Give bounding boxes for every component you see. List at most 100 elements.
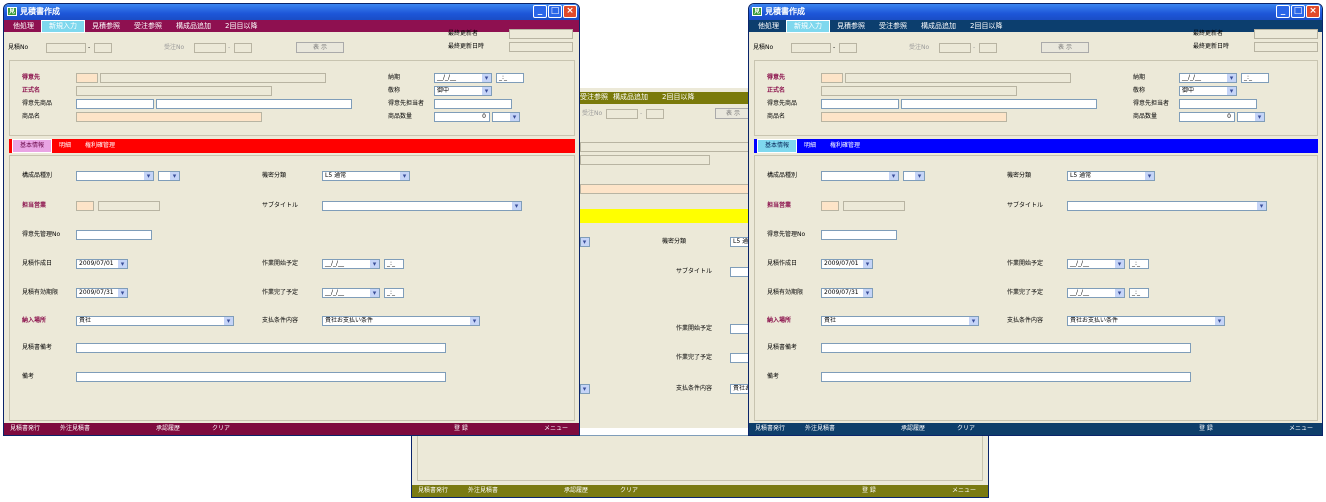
delivery-place-dropdown-mid[interactable]	[580, 384, 590, 394]
quantity-unit-dropdown[interactable]	[492, 112, 520, 122]
minimize-icon[interactable]: _	[533, 5, 547, 18]
clear-button[interactable]: クリア	[620, 485, 638, 497]
sales-code[interactable]	[821, 201, 839, 211]
delivery-place-dropdown[interactable]: 貴社	[821, 316, 979, 326]
minimize-icon[interactable]: _	[1276, 5, 1290, 18]
delivery-place-dropdown[interactable]: 貴社	[76, 316, 234, 326]
show-button-mid[interactable]: 表 示	[715, 108, 750, 119]
maximize-icon[interactable]: □	[1291, 5, 1305, 18]
subtitle-input-mid[interactable]	[730, 267, 750, 277]
payment-mid[interactable]: 貴社お支払い条件	[730, 384, 750, 394]
quote-no-input[interactable]	[46, 43, 86, 53]
menu-button[interactable]: メニュー	[544, 423, 568, 435]
issue-button[interactable]: 見積書発行	[418, 485, 448, 497]
work-end-date[interactable]: __/_/__	[1067, 288, 1125, 298]
tab-basic[interactable]: 基本情報	[757, 139, 798, 153]
menu-item-second-mid[interactable]: 2回目以降	[662, 92, 694, 103]
outsource-button[interactable]: 外注見積書	[60, 423, 90, 435]
product-name-input[interactable]	[821, 112, 1007, 122]
contact-input[interactable]	[434, 99, 512, 109]
menu-item-other[interactable]: 他処理	[6, 21, 41, 32]
payment-dropdown[interactable]: 貴社お支払い条件	[322, 316, 480, 326]
quote-note-input[interactable]	[76, 343, 446, 353]
menu-item-quote-ref[interactable]: 見積参照	[830, 21, 872, 32]
component-type-dropdown[interactable]	[821, 171, 899, 181]
tab-rights[interactable]: 権利確管理	[823, 140, 867, 152]
mgmt-no-input[interactable]	[76, 230, 152, 240]
work-start-date[interactable]: __/_/__	[322, 259, 380, 269]
work-end-date[interactable]: __/_/__	[322, 288, 380, 298]
approval-button[interactable]: 承認履歴	[901, 423, 925, 435]
customer-product-name[interactable]	[901, 99, 1097, 109]
issue-button[interactable]: 見積書発行	[755, 423, 785, 435]
sales-code[interactable]	[76, 201, 94, 211]
menu-item-new[interactable]: 新規入力	[786, 19, 830, 33]
menu-item-add-component[interactable]: 構成品追加	[169, 21, 218, 32]
component-type-dropdown[interactable]	[76, 171, 154, 181]
component-sub-dropdown[interactable]	[903, 171, 925, 181]
honorific-dropdown[interactable]: 御中	[434, 86, 492, 96]
customer-product-name[interactable]	[156, 99, 352, 109]
valid-until-date[interactable]: 2009/07/31	[821, 288, 873, 298]
outsource-button[interactable]: 外注見積書	[468, 485, 498, 497]
close-icon[interactable]: ×	[563, 5, 577, 18]
work-start-date[interactable]: __/_/__	[1067, 259, 1125, 269]
payment-dropdown[interactable]: 貴社お支払い条件	[1067, 316, 1225, 326]
clear-button[interactable]: クリア	[212, 423, 230, 435]
secret-class-mid[interactable]: L5 通常	[730, 237, 750, 247]
menu-item-order-ref-mid[interactable]: 受注参照	[580, 92, 608, 103]
quantity-unit-dropdown[interactable]	[1237, 112, 1265, 122]
delivery-date[interactable]: __/_/__	[1179, 73, 1237, 83]
tab-detail[interactable]: 明細	[797, 140, 823, 152]
approval-button[interactable]: 承認履歴	[156, 423, 180, 435]
tab-detail[interactable]: 明細	[52, 140, 78, 152]
customer-product-code[interactable]	[821, 99, 899, 109]
register-button[interactable]: 登 録	[862, 485, 876, 497]
contact-input[interactable]	[1179, 99, 1257, 109]
menu-button[interactable]: メニュー	[1289, 423, 1313, 435]
approval-button[interactable]: 承認履歴	[564, 485, 588, 497]
quantity-input[interactable]: 0	[434, 112, 490, 122]
menu-item-new[interactable]: 新規入力	[41, 19, 85, 33]
valid-until-date[interactable]: 2009/07/31	[76, 288, 128, 298]
menu-item-add-component[interactable]: 構成品追加	[914, 21, 963, 32]
outsource-button[interactable]: 外注見積書	[805, 423, 835, 435]
mgmt-no-input[interactable]	[821, 230, 897, 240]
work-start-time[interactable]: _:_	[384, 259, 404, 269]
delivery-time[interactable]: _:_	[496, 73, 524, 83]
subtitle-dropdown[interactable]	[322, 201, 522, 211]
show-button[interactable]: 表 示	[1041, 42, 1089, 53]
note-input[interactable]	[76, 372, 446, 382]
menu-button[interactable]: メニュー	[952, 485, 976, 497]
issue-button[interactable]: 見積書発行	[10, 423, 40, 435]
component-sub-dropdown[interactable]	[158, 171, 180, 181]
menu-item-second[interactable]: 2回目以降	[963, 21, 1009, 32]
title-bar[interactable]: 見 見積書作成 _ □ ×	[749, 4, 1322, 20]
customer-code[interactable]	[76, 73, 98, 83]
quote-no-sub[interactable]	[94, 43, 112, 53]
created-date[interactable]: 2009/07/01	[76, 259, 128, 269]
register-button[interactable]: 登 録	[1199, 423, 1213, 435]
show-button[interactable]: 表 示	[296, 42, 344, 53]
menu-item-quote-ref[interactable]: 見積参照	[85, 21, 127, 32]
quote-no-input[interactable]	[791, 43, 831, 53]
delivery-date[interactable]: __/_/__	[434, 73, 492, 83]
note-input[interactable]	[821, 372, 1191, 382]
quote-note-input[interactable]	[821, 343, 1191, 353]
quantity-input[interactable]: 0	[1179, 112, 1235, 122]
tab-basic[interactable]: 基本情報	[12, 139, 53, 153]
close-icon[interactable]: ×	[1306, 5, 1320, 18]
title-bar[interactable]: 見 見積書作成 _ □ ×	[4, 4, 579, 20]
work-start-time[interactable]: _:_	[1129, 259, 1149, 269]
customer-product-code[interactable]	[76, 99, 154, 109]
menu-item-other[interactable]: 他処理	[751, 21, 786, 32]
created-date[interactable]: 2009/07/01	[821, 259, 873, 269]
honorific-dropdown[interactable]: 御中	[1179, 86, 1237, 96]
product-name-input[interactable]	[76, 112, 262, 122]
work-start-mid[interactable]	[730, 324, 750, 334]
work-end-time[interactable]: _:_	[1129, 288, 1149, 298]
menu-item-add-component-mid[interactable]: 構成品追加	[613, 92, 648, 103]
menu-item-second[interactable]: 2回目以降	[218, 21, 264, 32]
menu-item-order-ref[interactable]: 受注参照	[872, 21, 914, 32]
menu-item-order-ref[interactable]: 受注参照	[127, 21, 169, 32]
